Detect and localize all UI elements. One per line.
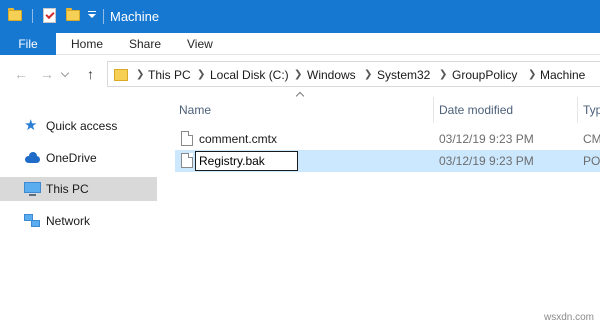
file-date: 03/12/19 9:23 PM [439, 132, 534, 146]
sidebar-item-network[interactable]: Network [0, 209, 157, 233]
title-divider [103, 9, 104, 24]
sort-ascending-icon [295, 91, 305, 101]
new-folder-icon[interactable] [66, 8, 80, 21]
star-icon: ★ [24, 117, 38, 134]
file-type: CM [583, 132, 600, 146]
breadcrumb-separator-icon[interactable]: ❯ [136, 69, 144, 80]
sidebar-item-label: Network [46, 214, 91, 228]
cloud-icon [24, 150, 41, 166]
breadcrumb-this-pc[interactable]: This PC [148, 68, 191, 82]
file-row-comment[interactable]: comment.cmtx 03/12/19 9:23 PM CM [175, 128, 600, 150]
breadcrumb-windows[interactable]: Windows [307, 68, 356, 82]
sidebar-item-label: OneDrive [46, 151, 97, 165]
column-divider[interactable] [577, 97, 578, 123]
tab-share[interactable]: Share [129, 37, 161, 51]
column-header-name[interactable]: Name [179, 103, 211, 117]
back-arrow-icon[interactable]: ← [14, 67, 28, 81]
file-name: comment.cmtx [199, 132, 278, 146]
breadcrumb-separator-icon[interactable]: ❯ [528, 69, 536, 80]
ribbon-tabs: File Home Share View [0, 33, 600, 55]
sidebar-item-label: Quick access [46, 119, 118, 133]
file-row-registry[interactable]: 03/12/19 9:23 PM PO [175, 150, 600, 172]
properties-icon[interactable] [43, 8, 56, 23]
computer-icon [24, 181, 41, 197]
breadcrumb-grouppolicy[interactable]: GroupPolicy [452, 68, 517, 82]
folder-icon[interactable] [8, 8, 22, 21]
file-type: PO [583, 154, 600, 168]
watermark: wsxdn.com [543, 312, 594, 323]
tab-home[interactable]: Home [71, 37, 103, 51]
sidebar-item-onedrive[interactable]: OneDrive [0, 146, 157, 170]
breadcrumb-separator-icon[interactable]: ❯ [294, 69, 302, 80]
file-icon [181, 153, 193, 168]
breadcrumb-machine[interactable]: Machine [540, 68, 585, 82]
file-icon [181, 131, 193, 146]
up-arrow-icon[interactable]: ↑ [87, 67, 94, 81]
rename-input[interactable] [195, 151, 298, 171]
tab-file[interactable]: File [0, 33, 56, 55]
column-header-date-modified[interactable]: Date modified [439, 103, 513, 117]
address-bar[interactable]: ❯ This PC ❯ Local Disk (C:) ❯ Windows ❯ … [107, 61, 600, 87]
forward-arrow-icon[interactable]: → [40, 67, 54, 81]
breadcrumb-separator-icon[interactable]: ❯ [439, 69, 447, 80]
file-list: Name Date modified Typ comment.cmtx 03/1… [160, 91, 600, 326]
navigation-pane: ★ Quick access OneDrive This PC Network [0, 92, 160, 326]
recent-locations-chevron-icon[interactable] [60, 68, 70, 78]
sidebar-item-quick-access[interactable]: ★ Quick access [0, 114, 157, 138]
file-date: 03/12/19 9:23 PM [439, 154, 534, 168]
folder-icon [114, 67, 128, 81]
breadcrumb-local-disk[interactable]: Local Disk (C:) [210, 68, 289, 82]
customize-toolbar-dropdown-icon[interactable] [86, 10, 98, 22]
tab-view[interactable]: View [187, 37, 213, 51]
navigation-bar: ← → ↑ ❯ This PC ❯ Local Disk (C:) ❯ Wind… [0, 56, 600, 92]
breadcrumb-separator-icon[interactable]: ❯ [197, 69, 205, 80]
quick-access-divider [32, 9, 33, 23]
column-header-type[interactable]: Typ [583, 103, 600, 117]
breadcrumb-separator-icon[interactable]: ❯ [364, 69, 372, 80]
breadcrumb-system32[interactable]: System32 [377, 68, 430, 82]
sidebar-item-label: This PC [46, 182, 89, 196]
network-icon [24, 213, 41, 229]
sidebar-item-this-pc[interactable]: This PC [0, 177, 157, 201]
title-bar: Machine [0, 0, 600, 33]
column-divider[interactable] [433, 97, 434, 123]
window-title: Machine [110, 9, 160, 24]
